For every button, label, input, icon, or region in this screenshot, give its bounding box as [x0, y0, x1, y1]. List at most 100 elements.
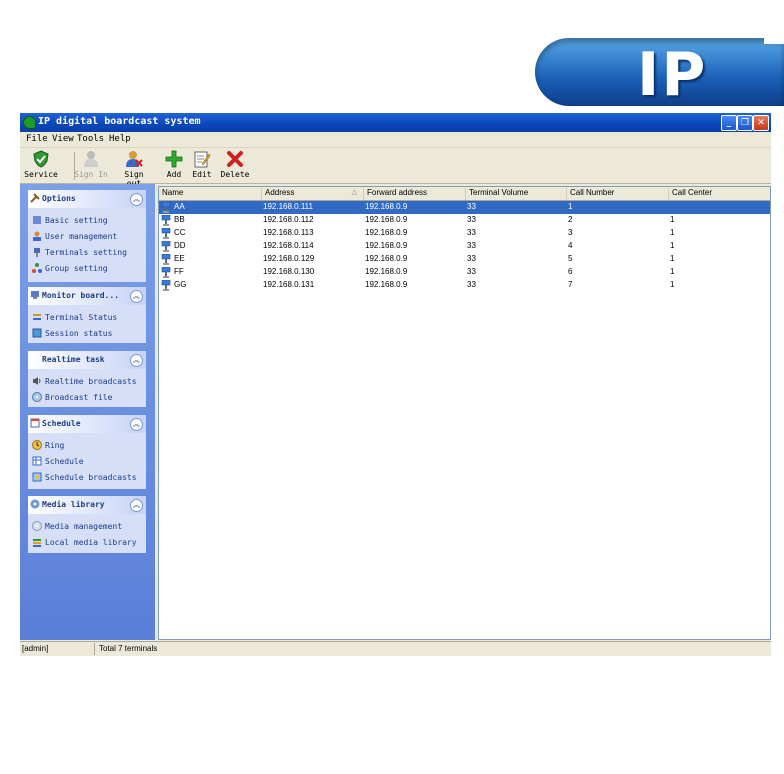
sidebar-item-user-management[interactable]: User management [28, 228, 146, 244]
table-cell-volume: 33 [467, 215, 476, 224]
maximize-button[interactable]: ❐ [737, 115, 753, 131]
menu-file[interactable]: File [26, 134, 48, 144]
table-cell-name: AA [174, 202, 185, 211]
group-monitor-header[interactable]: Monitor board... ︽ [28, 287, 146, 305]
table-cell-address: 192.168.0.111 [263, 202, 313, 211]
table-row[interactable]: AA 192.168.0.111 192.168.0.9 33 1 [159, 201, 770, 214]
table-row[interactable]: CC 192.168.0.113 192.168.0.9 33 3 1 [159, 227, 770, 240]
menu-help[interactable]: Help [109, 134, 131, 144]
plus-icon [165, 150, 183, 168]
menu-bar: File View Tools Help [20, 132, 771, 148]
menu-view[interactable]: View [52, 134, 74, 144]
table-cell-forward: 192.168.0.9 [365, 241, 408, 250]
table-cell-address: 192.168.0.129 [263, 254, 315, 263]
collapse-icon[interactable]: ︽ [130, 193, 143, 206]
group-monitor: Monitor board... ︽ Terminal Status Sessi… [28, 287, 146, 343]
group-media-header[interactable]: Media library ︽ [28, 496, 146, 514]
table-row[interactable]: EE 192.168.0.129 192.168.0.9 33 5 1 [159, 253, 770, 266]
delete-label: Delete [220, 170, 250, 179]
table-row[interactable]: DD 192.168.0.114 192.168.0.9 33 4 1 [159, 240, 770, 253]
sidebar-item-terminal-status[interactable]: Terminal Status [28, 309, 146, 325]
sidebar-item-media-management[interactable]: Media management [28, 518, 146, 534]
table-cell-forward: 192.168.0.9 [365, 267, 408, 276]
toolbar: Service Sign In Sign out Add [20, 148, 771, 188]
group-realtime-title: Realtime task [42, 355, 105, 364]
group-options-header[interactable]: Options ︽ [28, 190, 146, 208]
terminal-device-icon [161, 202, 171, 213]
app-window: IP digital boardcast system _ ❐ ✕ File V… [20, 113, 771, 656]
table-cell-volume: 33 [467, 267, 476, 276]
table-cell-address: 192.168.0.113 [263, 228, 314, 237]
menu-tools[interactable]: Tools [77, 134, 104, 144]
sidebar-item-group-setting[interactable]: Group setting [28, 260, 146, 276]
edit-button[interactable]: Edit [190, 150, 214, 182]
delete-x-icon [227, 151, 243, 167]
table-cell-name: FF [174, 267, 184, 276]
minimize-button[interactable]: _ [721, 115, 737, 131]
terminal-table: Name Address △ Forward address Terminal V… [158, 186, 771, 640]
sidebar-item-label: Broadcast file [45, 393, 113, 402]
schedule-icon [32, 456, 42, 466]
table-cell-forward: 192.168.0.9 [365, 228, 408, 237]
sidebar: Options ︽ Basic setting User management … [20, 184, 155, 640]
sidebar-item-session-status[interactable]: Session status [28, 325, 146, 341]
sidebar-item-label: Schedule broadcasts [45, 473, 137, 482]
sidebar-item-broadcast-file[interactable]: Broadcast file [28, 389, 146, 405]
table-row[interactable]: BB 192.168.0.112 192.168.0.9 33 2 1 [159, 214, 770, 227]
table-cell-call-center: 1 [670, 254, 675, 263]
status-bar: [admin] Total 7 terminals [20, 641, 771, 656]
column-header-address[interactable]: Address △ [261, 188, 363, 200]
table-row[interactable]: FF 192.168.0.130 192.168.0.9 33 6 1 [159, 266, 770, 279]
sidebar-item-label: User management [45, 232, 118, 241]
sidebar-item-realtime-broadcasts[interactable]: Realtime broadcasts [28, 373, 146, 389]
group-monitor-title: Monitor board... [42, 291, 120, 300]
table-cell-name: CC [174, 228, 186, 237]
service-label: Service [24, 170, 58, 179]
column-header-call-center[interactable]: Call Center [668, 188, 770, 200]
close-button[interactable]: ✕ [753, 115, 769, 131]
column-header-terminal-volume[interactable]: Terminal Volume [465, 188, 566, 200]
status-user: [admin] [22, 644, 49, 653]
sidebar-item-schedule-broadcasts[interactable]: Schedule broadcasts [28, 469, 146, 485]
status-divider [94, 643, 95, 655]
sign-in-button[interactable]: Sign In [73, 150, 109, 182]
users-icon [33, 231, 41, 241]
settings-icon [33, 216, 41, 224]
terminal-device-icon [161, 241, 171, 252]
sidebar-item-schedule[interactable]: Schedule [28, 453, 146, 469]
group-realtime: Realtime task ︽ Realtime broadcasts Broa… [28, 351, 146, 407]
column-header-name[interactable]: Name [159, 188, 261, 200]
table-cell-call-center: 1 [670, 228, 675, 237]
group-realtime-header[interactable]: Realtime task ︽ [28, 351, 146, 369]
sidebar-item-terminals-setting[interactable]: Terminals setting [28, 244, 146, 260]
broadcast-schedule-icon [32, 472, 42, 482]
add-button[interactable]: Add [163, 150, 185, 182]
table-cell-volume: 33 [467, 280, 476, 289]
title-bar[interactable]: IP digital boardcast system _ ❐ ✕ [20, 113, 771, 132]
sidebar-item-basic-setting[interactable]: Basic setting [28, 212, 146, 228]
table-cell-name: DD [174, 241, 186, 250]
collapse-icon[interactable]: ︽ [130, 354, 143, 367]
session-icon [32, 328, 42, 338]
column-header-call-number[interactable]: Call Number [566, 188, 668, 200]
sidebar-item-label: Realtime broadcasts [45, 377, 137, 386]
shield-check-icon [33, 150, 49, 168]
table-cell-name: EE [174, 254, 185, 263]
table-cell-address: 192.168.0.131 [263, 280, 315, 289]
service-button[interactable]: Service [24, 150, 58, 182]
table-cell-name: BB [174, 215, 185, 224]
collapse-icon[interactable]: ︽ [130, 290, 143, 303]
table-cell-call-number: 3 [568, 228, 573, 237]
collapse-icon[interactable]: ︽ [130, 499, 143, 512]
column-header-forward-address[interactable]: Forward address [363, 188, 465, 200]
media-manage-icon [32, 521, 42, 531]
table-row[interactable]: GG 192.168.0.131 192.168.0.9 33 7 1 [159, 279, 770, 292]
sidebar-item-ring[interactable]: Ring [28, 437, 146, 453]
delete-button[interactable]: Delete [220, 150, 250, 182]
terminal-device-icon [161, 228, 171, 239]
sort-ascending-icon: △ [351, 189, 357, 196]
sidebar-item-local-media-library[interactable]: Local media library [28, 534, 146, 550]
collapse-icon[interactable]: ︽ [130, 418, 143, 431]
group-schedule-header[interactable]: Schedule ︽ [28, 415, 146, 433]
sign-out-button[interactable]: Sign out [115, 150, 153, 188]
